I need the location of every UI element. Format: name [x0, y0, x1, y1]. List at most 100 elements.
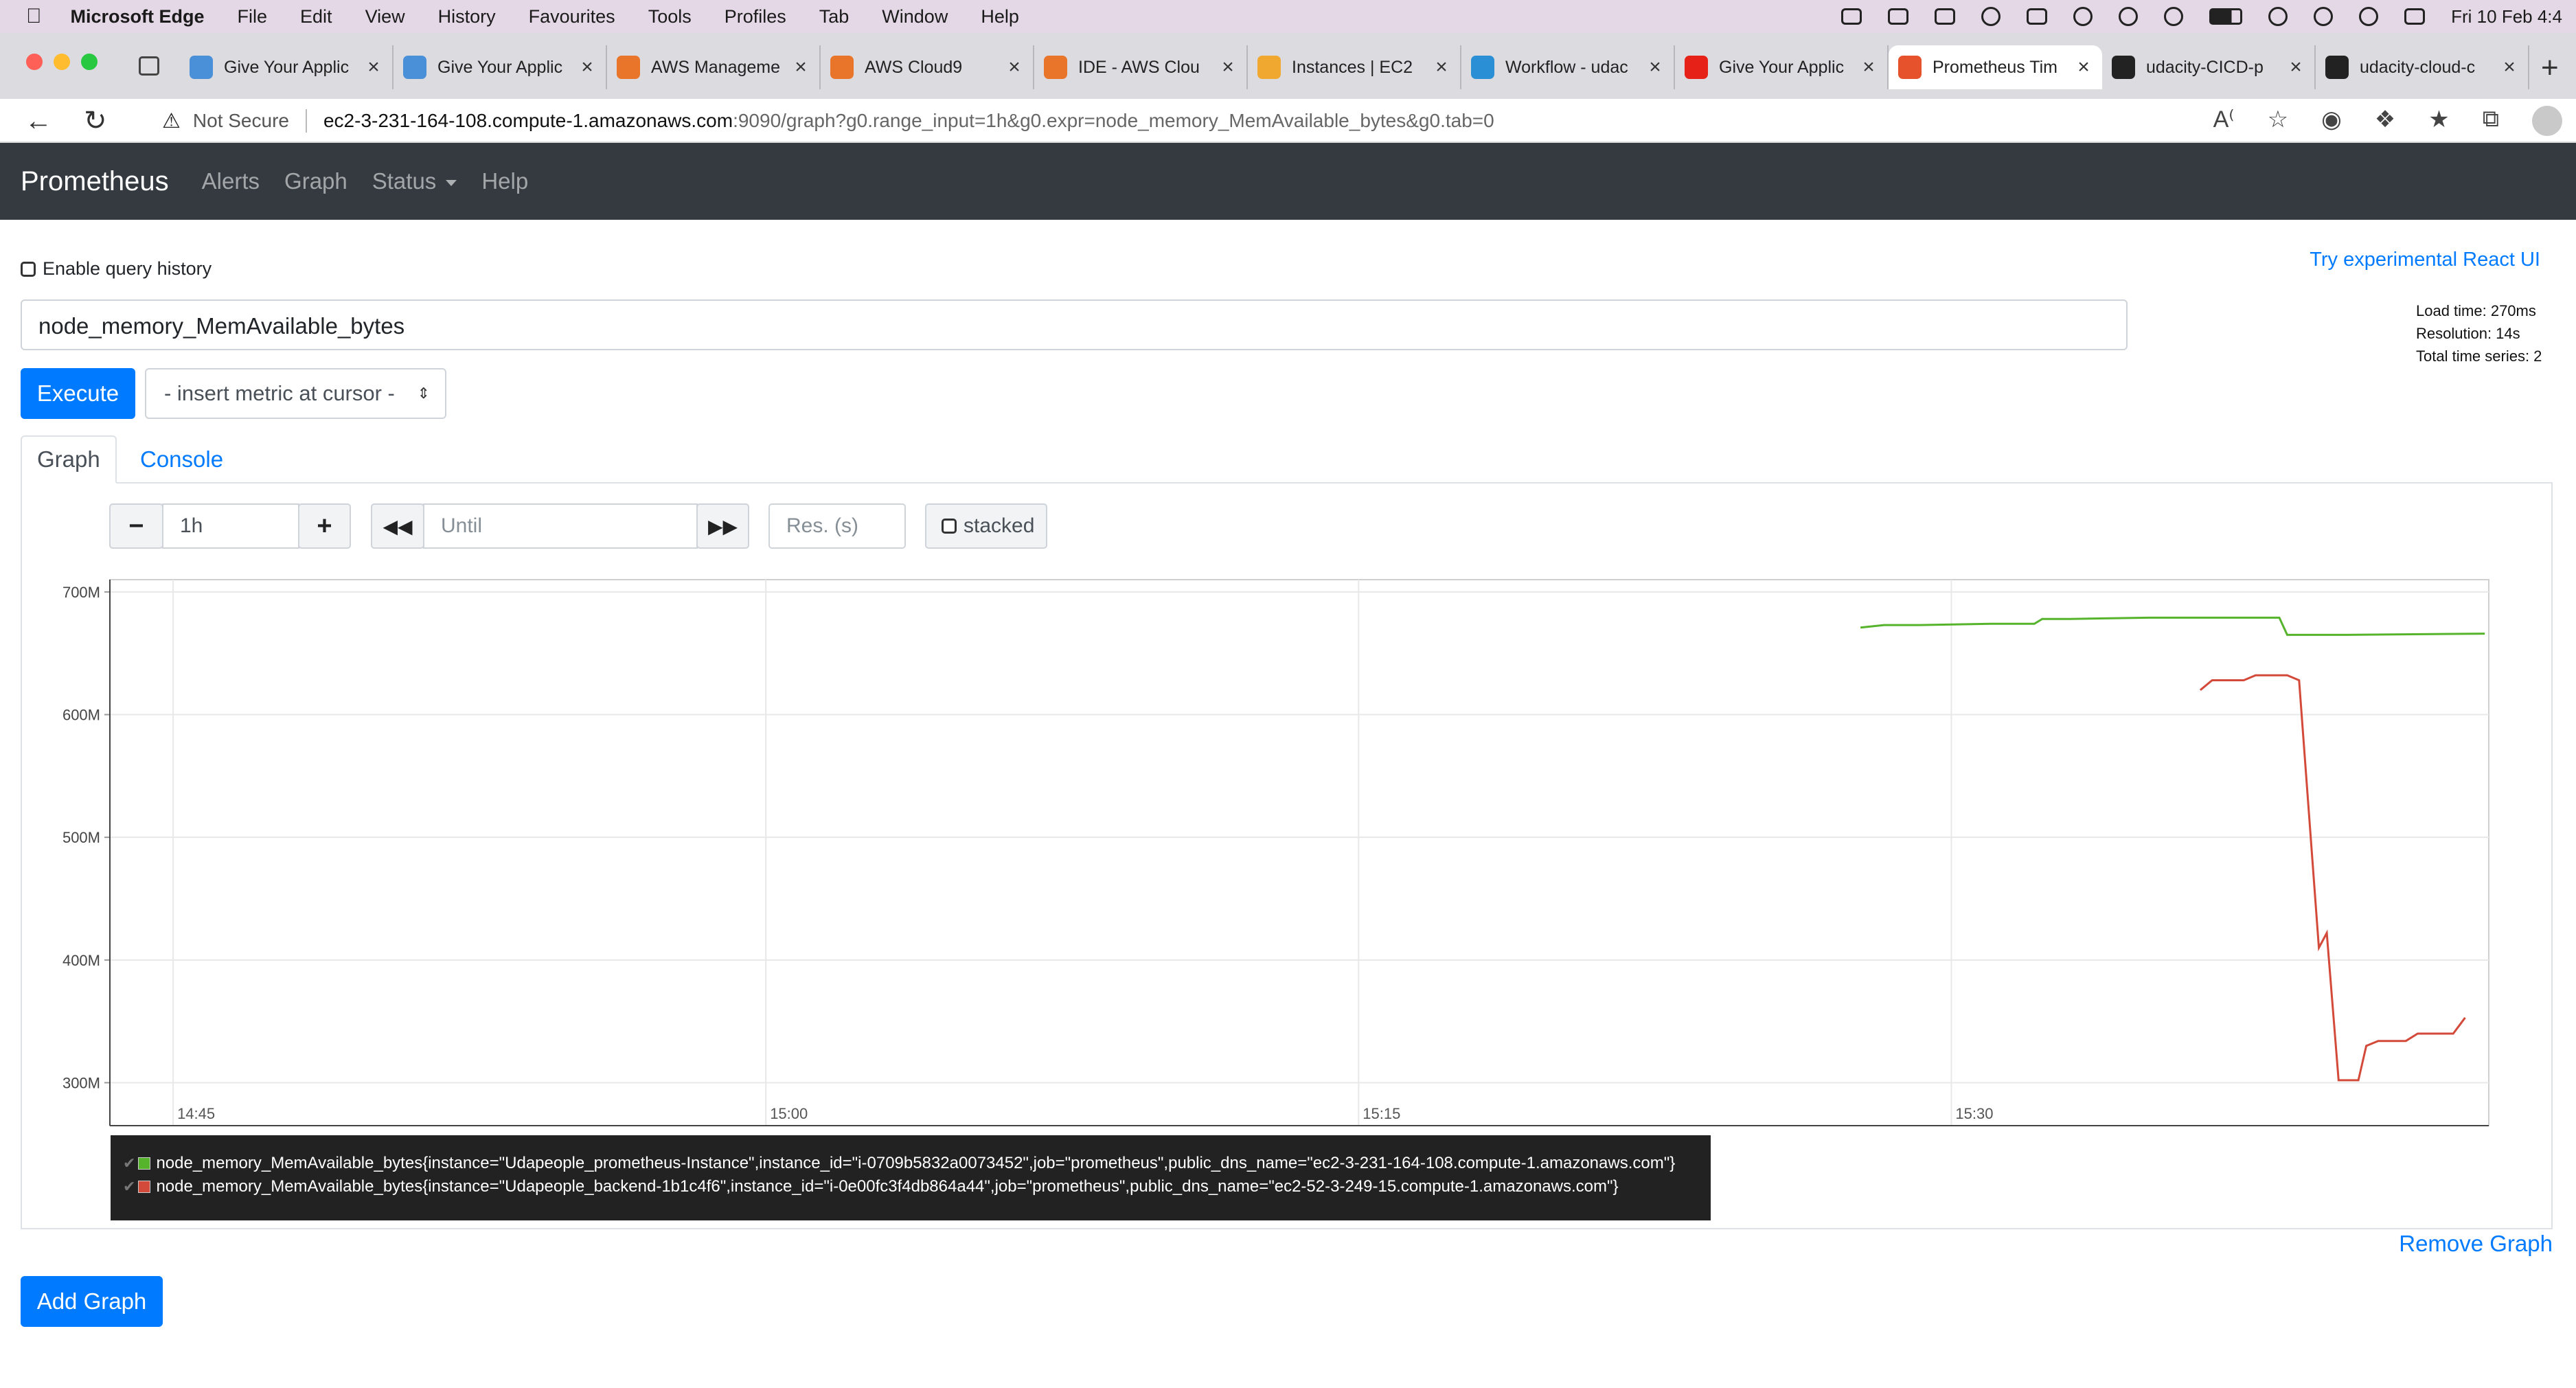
until-input[interactable]: Until	[423, 503, 698, 549]
not-secure-label[interactable]: Not Secure	[193, 110, 289, 132]
nav-graph[interactable]: Graph	[284, 168, 347, 194]
query-history-label: Enable query history	[43, 258, 212, 279]
browser-tab[interactable]: AWS Cloud9 ×	[821, 45, 1034, 89]
decrease-range-button[interactable]: −	[109, 503, 163, 549]
stacked-checkbox[interactable]	[942, 519, 957, 534]
try-react-ui-link[interactable]: Try experimental React UI	[2310, 249, 2540, 271]
time-series-chart: 700M 600M 500M 400M 300M 14:45 15:00 15:15 15:30	[62, 579, 2489, 1126]
legend-row-prometheus[interactable]: ✔ node_memory_MemAvailable_bytes{instanc…	[123, 1152, 1711, 1175]
until-placeholder: Until	[441, 514, 483, 537]
close-tab-icon[interactable]: ×	[2287, 56, 2305, 79]
menu-view[interactable]: View	[365, 6, 405, 27]
warning-icon[interactable]: ⚠	[162, 109, 181, 133]
address-bar[interactable]: ⚠ Not Secure ec2-3-231-164-108.compute-1…	[135, 103, 2202, 139]
control-center-icon[interactable]	[2404, 8, 2426, 25]
tab-graph[interactable]: Graph	[21, 435, 117, 483]
battery-icon[interactable]	[2209, 8, 2243, 25]
menu-tools[interactable]: Tools	[648, 6, 692, 27]
stacked-toggle[interactable]: stacked	[925, 503, 1047, 549]
menu-profiles[interactable]: Profiles	[725, 6, 786, 27]
browser-tab[interactable]: udacity-CICD-p ×	[2102, 45, 2316, 89]
app-status-icon[interactable]	[1935, 8, 1956, 25]
legend-row-backend[interactable]: ✔ node_memory_MemAvailable_bytes{instanc…	[123, 1175, 1711, 1198]
browser-tab[interactable]: udacity-cloud-c ×	[2316, 45, 2529, 89]
search-icon[interactable]	[2359, 7, 2379, 26]
reload-icon[interactable]: ↻	[84, 107, 107, 135]
menu-window[interactable]: Window	[882, 6, 948, 27]
query-history-checkbox[interactable]	[21, 261, 36, 277]
menu-app-name[interactable]: Microsoft Edge	[71, 6, 205, 27]
profile-avatar[interactable]	[2532, 106, 2562, 136]
browser-tab[interactable]: Give Your Applic ×	[1675, 45, 1889, 89]
minimize-window-icon[interactable]	[54, 54, 70, 70]
prometheus-brand[interactable]: Prometheus	[21, 166, 169, 197]
add-graph-button[interactable]: Add Graph	[21, 1276, 163, 1327]
wifi-icon[interactable]	[2314, 7, 2334, 26]
remove-graph-link[interactable]: Remove Graph	[2399, 1231, 2553, 1257]
expression-input[interactable]: node_memory_MemAvailable_bytes	[21, 299, 2128, 350]
resolution-input[interactable]: Res. (s)	[768, 503, 906, 549]
tab-favicon-icon	[830, 56, 854, 79]
menu-tab[interactable]: Tab	[819, 6, 850, 27]
favourites-icon[interactable]: ★	[2428, 106, 2449, 136]
resolution-placeholder: Res. (s)	[786, 514, 858, 537]
printer-icon[interactable]	[1888, 8, 1909, 25]
close-tab-icon[interactable]: ×	[2500, 56, 2518, 79]
close-tab-icon[interactable]: ×	[1646, 56, 1664, 79]
insert-metric-select[interactable]: - insert metric at cursor - ⇕	[145, 368, 446, 419]
nav-alerts[interactable]: Alerts	[202, 168, 260, 194]
play-icon[interactable]	[2268, 7, 2288, 26]
close-tab-icon[interactable]: ×	[365, 56, 383, 79]
apple-icon[interactable]: 	[26, 5, 42, 28]
close-window-icon[interactable]	[26, 54, 43, 70]
back-arrow-icon[interactable]: ←	[25, 107, 52, 135]
close-tab-icon[interactable]: ×	[1219, 56, 1237, 79]
menu-favourites[interactable]: Favourites	[529, 6, 615, 27]
range-input[interactable]: 1h	[162, 503, 299, 549]
url-host[interactable]: ec2-3-231-164-108.compute-1.amazonaws.co…	[323, 110, 733, 132]
increase-range-button[interactable]: +	[298, 503, 351, 549]
browser-tabs: Give Your Applic × Give Your Applic × AWS Ma…	[180, 45, 2529, 89]
menu-file[interactable]: File	[238, 6, 268, 27]
menu-bar-clock[interactable]: Fri 10 Feb 4:4	[2451, 6, 2562, 27]
tab-actions-icon[interactable]	[139, 56, 159, 76]
fast-forward-icon[interactable]: ▶▶	[696, 503, 749, 549]
chevron-right-icon[interactable]	[2073, 7, 2093, 26]
tab-console[interactable]: Console	[125, 435, 238, 483]
browser-tab[interactable]: AWS Manageme ×	[607, 45, 821, 89]
pause-icon[interactable]	[2119, 7, 2139, 26]
extensions-puzzle-icon[interactable]: ❖	[2375, 106, 2395, 136]
close-tab-icon[interactable]: ×	[1005, 56, 1023, 79]
nav-status[interactable]: Status	[372, 168, 457, 194]
new-tab-icon[interactable]: +	[2541, 51, 2559, 85]
browser-tab[interactable]: IDE - AWS Clou ×	[1034, 45, 1248, 89]
browser-tab[interactable]: Give Your Applic ×	[180, 45, 394, 89]
moon-icon[interactable]	[2164, 7, 2184, 26]
url-path[interactable]: :9090/graph?g0.range_input=1h&g0.expr=no…	[733, 110, 1494, 132]
menu-help[interactable]: Help	[981, 6, 1019, 27]
browser-tab[interactable]: Prometheus Tim ×	[1889, 45, 2102, 89]
execute-button[interactable]: Execute	[21, 368, 135, 419]
menu-bar-status-area: Fri 10 Feb 4:4	[1841, 0, 2562, 33]
browser-tab[interactable]: Workflow - udac ×	[1461, 45, 1675, 89]
browser-tab[interactable]: Instances | EC2 ×	[1248, 45, 1461, 89]
read-aloud-icon[interactable]: A⁽	[2213, 106, 2235, 136]
user-status-icon[interactable]	[1981, 7, 2001, 26]
mail-icon[interactable]	[1841, 8, 1862, 25]
close-tab-icon[interactable]: ×	[1860, 56, 1878, 79]
nav-help[interactable]: Help	[481, 168, 528, 194]
browser-tab[interactable]: Give Your Applic ×	[394, 45, 607, 89]
close-tab-icon[interactable]: ×	[2075, 56, 2093, 79]
menu-edit[interactable]: Edit	[300, 6, 332, 27]
collections-icon[interactable]: ⧉	[2483, 106, 2499, 136]
maximize-window-icon[interactable]	[81, 54, 98, 70]
close-tab-icon[interactable]: ×	[1433, 56, 1450, 79]
close-tab-icon[interactable]: ×	[578, 56, 596, 79]
close-tab-icon[interactable]: ×	[792, 56, 810, 79]
extension-icon[interactable]: ◉	[2321, 106, 2342, 136]
enable-query-history[interactable]: Enable query history	[21, 258, 212, 280]
keyboard-icon[interactable]	[2027, 8, 2048, 25]
rewind-icon[interactable]: ◀◀	[371, 503, 424, 549]
menu-history[interactable]: History	[438, 6, 496, 27]
add-favourite-icon[interactable]: ☆	[2268, 106, 2288, 136]
